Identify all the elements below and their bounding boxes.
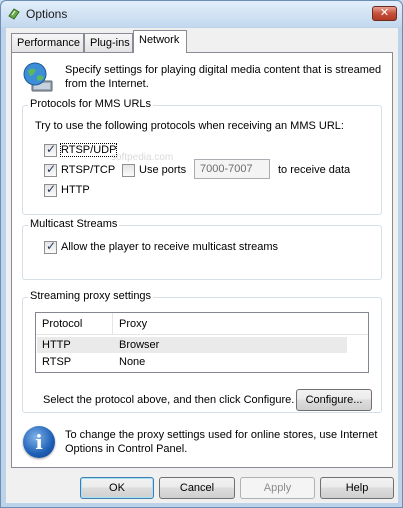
- close-button[interactable]: ✕: [372, 6, 397, 21]
- check-mark-icon: ✓: [46, 182, 57, 196]
- dialog-client: Performance Plug-ins Network Specify set…: [6, 28, 398, 503]
- selected-row-highlight: [37, 337, 347, 353]
- network-globe-icon: [23, 62, 53, 92]
- intro-text-line2: from the Internet.: [65, 78, 149, 90]
- proxy-list[interactable]: Protocol Proxy HTTP Browser RTSP None: [35, 312, 369, 373]
- tab-performance[interactable]: Performance: [11, 33, 84, 52]
- wmp-app-icon: [8, 8, 20, 20]
- allow-multicast-checkbox[interactable]: ✓: [44, 239, 57, 254]
- rtsp-tcp-checkbox[interactable]: ✓: [44, 162, 57, 177]
- rtsp-udp-label[interactable]: RTSP/UDP: [59, 143, 118, 157]
- proxy-group-title: Streaming proxy settings: [28, 290, 154, 302]
- watermark: softpedia.com: [111, 152, 174, 163]
- ports-input[interactable]: 7000-7007: [194, 159, 270, 179]
- intro-text-line1: Specify settings for playing digital med…: [65, 64, 382, 76]
- ok-button[interactable]: OK: [80, 477, 154, 499]
- row-rtsp-protocol[interactable]: RTSP: [42, 356, 71, 368]
- tab-plug-ins[interactable]: Plug-ins: [84, 33, 133, 52]
- multicast-group: Multicast Streams ✓ Allow the player to …: [22, 218, 382, 280]
- rtsp-tcp-label[interactable]: RTSP/TCP: [61, 164, 115, 176]
- network-tab-page: Specify settings for playing digital med…: [11, 52, 393, 468]
- info-icon: i: [23, 426, 55, 458]
- column-header-protocol[interactable]: Protocol: [36, 313, 113, 335]
- http-label[interactable]: HTTP: [61, 184, 90, 196]
- apply-button[interactable]: Apply: [240, 477, 315, 499]
- allow-multicast-label[interactable]: Allow the player to receive multicast st…: [61, 241, 278, 253]
- help-button[interactable]: Help: [320, 477, 394, 499]
- tab-network[interactable]: Network: [133, 30, 187, 53]
- title-bar[interactable]: Options ✕: [1, 1, 402, 27]
- protocols-description: Try to use the following protocols when …: [35, 120, 344, 132]
- use-ports-checkbox[interactable]: [122, 164, 135, 177]
- window-title: Options: [26, 7, 68, 21]
- row-http-proxy[interactable]: Browser: [119, 339, 159, 351]
- protocols-group: Protocols for MMS URLs Try to use the fo…: [22, 98, 382, 215]
- proxy-group: Streaming proxy settings Protocol Proxy …: [22, 290, 382, 413]
- rtsp-udp-checkbox[interactable]: ✓: [44, 142, 57, 157]
- info-text-line1: To change the proxy settings used for on…: [65, 429, 378, 441]
- info-text-line2: Options in Control Panel.: [65, 443, 188, 455]
- receive-data-label: to receive data: [278, 164, 351, 176]
- row-rtsp-proxy[interactable]: None: [119, 356, 145, 368]
- proxy-instruction: Select the protocol above, and then clic…: [43, 394, 295, 406]
- check-mark-icon: ✓: [46, 142, 57, 156]
- cancel-button[interactable]: Cancel: [159, 477, 235, 499]
- options-window: Options ✕ Performance Plug-ins Network S…: [0, 0, 403, 508]
- http-checkbox[interactable]: ✓: [44, 182, 57, 197]
- row-http-protocol[interactable]: HTTP: [42, 339, 71, 351]
- multicast-group-title: Multicast Streams: [28, 218, 120, 230]
- column-header-proxy[interactable]: Proxy: [113, 313, 368, 335]
- protocols-group-title: Protocols for MMS URLs: [28, 98, 154, 110]
- check-mark-icon: ✓: [46, 162, 57, 176]
- use-ports-label[interactable]: Use ports: [139, 164, 186, 176]
- check-mark-icon: ✓: [46, 239, 57, 253]
- configure-button[interactable]: Configure...: [296, 389, 372, 411]
